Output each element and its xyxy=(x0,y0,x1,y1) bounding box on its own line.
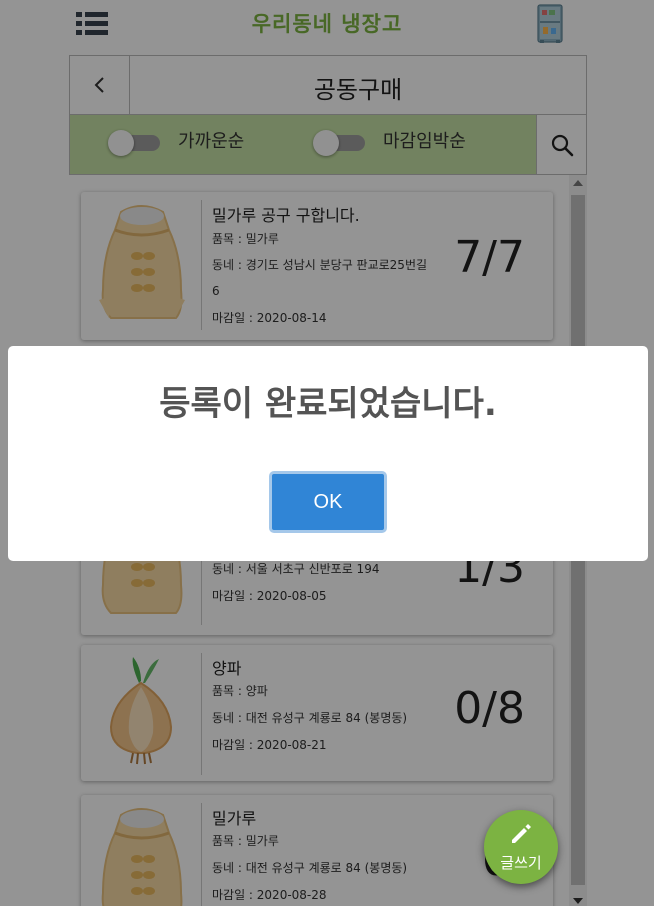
pencil-icon xyxy=(512,824,531,843)
success-dialog: 등록이 완료되었습니다. OK xyxy=(8,346,648,561)
dialog-message: 등록이 완료되었습니다. xyxy=(159,384,497,424)
write-post-label: 글쓰기 xyxy=(500,854,542,872)
ok-button[interactable]: OK xyxy=(269,471,387,533)
write-post-button[interactable]: 글쓰기 xyxy=(484,810,558,884)
